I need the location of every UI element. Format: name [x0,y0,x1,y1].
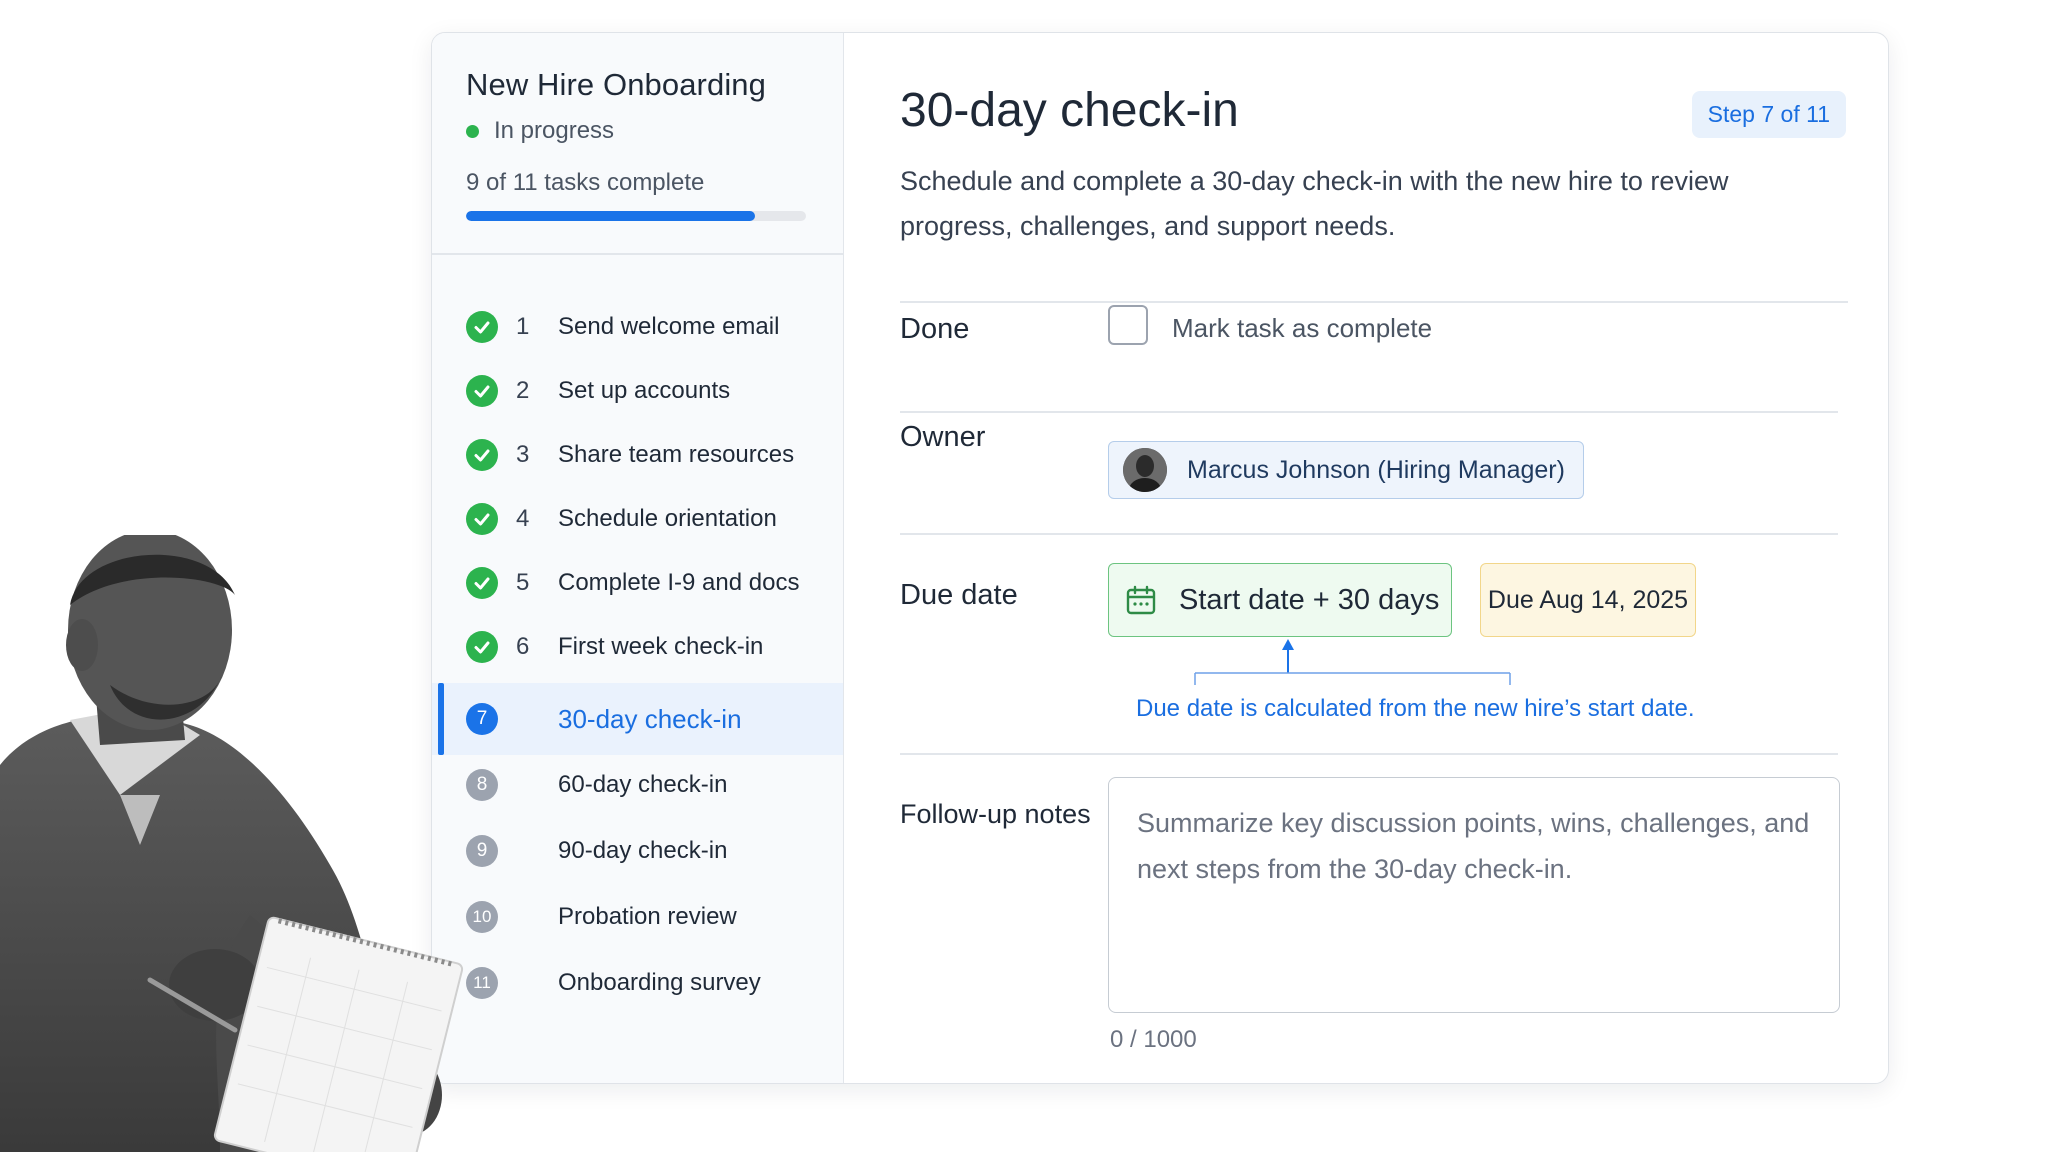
avatar [1123,448,1167,492]
sidebar-header: New Hire Onboarding In progress 9 of 11 … [466,67,811,221]
step-label: First week check-in [558,633,764,660]
due-date-label: Due date [900,579,1018,611]
due-date-text: Due Aug 14, 2025 [1487,585,1689,614]
notes-label: Follow-up notes [900,799,1091,829]
sidebar-step-7[interactable]: 7 30-day check-in [432,683,843,755]
sidebar-step-5[interactable]: 5 Complete I-9 and docs [432,551,843,615]
step-number: 7 [476,708,488,729]
check-circle-icon [466,375,498,407]
progress-bar [466,211,806,221]
step-label: Probation review [558,903,737,930]
person-photo [0,535,464,1152]
check-circle-icon [466,311,498,343]
sidebar-step-3[interactable]: 3 Share team resources [432,423,843,487]
check-circle-icon [466,503,498,535]
progress-fill [466,211,755,221]
date-formula-text: Start date + 30 days [1179,583,1440,616]
step-label: 60-day check-in [558,771,728,798]
owner-chip[interactable]: Marcus Johnson (Hiring Manager) [1108,441,1584,499]
step-number: 3 [516,441,530,468]
divider [900,301,1848,303]
due-date-hint: Due date is calculated from the new hire… [1136,695,1695,722]
divider [900,533,1838,535]
step-label: Share team resources [558,441,795,468]
step-number: 6 [516,633,530,660]
follow-up-notes-input[interactable]: Summarize key discussion points, wins, c… [1108,777,1840,1013]
mark-complete-label[interactable]: Mark task as complete [1172,313,1432,344]
sidebar-divider [432,253,843,255]
onboarding-card: New Hire Onboarding In progress 9 of 11 … [431,32,1889,1084]
step-label: Complete I-9 and docs [558,569,800,596]
due-date-badge: Due Aug 14, 2025 [1480,563,1696,637]
task-detail: 30-day check-in Step 7 of 11 Schedule an… [900,33,1888,1083]
status-dot-icon [466,124,479,138]
sidebar-step-6[interactable]: 6 First week check-in [432,615,843,679]
step-number-icon: 9 [466,835,498,867]
step-number-icon: 10 [466,901,498,933]
step-number: 9 [476,840,488,861]
step-number-icon: 11 [466,967,498,999]
sidebar-step-11[interactable]: 11 Onboarding survey [432,951,843,1015]
check-circle-icon [466,439,498,471]
divider [900,753,1838,755]
sidebar-step-1[interactable]: 1 Send welcome email [432,295,843,359]
task-description: Schedule and complete a 30-day check-in … [900,166,1729,241]
start-date-formula[interactable]: Start date + 30 days [1108,563,1452,637]
sidebar-step-9[interactable]: 9 90-day check-in [432,819,843,883]
check-circle-icon [466,631,498,663]
step-number: 2 [516,377,530,404]
sidebar-step-8[interactable]: 8 60-day check-in [432,753,843,817]
step-number: 4 [516,505,530,532]
step-number: 10 [472,907,492,926]
sidebar-step-10[interactable]: 10 Probation review [432,885,843,949]
mark-complete-checkbox[interactable] [1108,305,1148,345]
step-badge: Step 7 of 11 [1691,91,1846,138]
notes-placeholder: Summarize key discussion points, wins, c… [1137,808,1810,884]
step-label: 30-day check-in [558,703,742,734]
owner-label: Owner [900,421,986,453]
hint-connector-icon [1194,639,1511,685]
step-number-icon: 7 [466,703,498,735]
sidebar: New Hire Onboarding In progress 9 of 11 … [432,33,844,1083]
step-label: Send welcome email [558,313,780,340]
step-number-icon: 8 [466,769,498,801]
check-circle-icon [466,567,498,599]
status-text: In progress [494,117,615,144]
page-title: 30-day check-in [900,84,1239,137]
step-number: 11 [473,973,491,992]
character-counter: 0 / 1000 [1110,1026,1197,1053]
step-label: 90-day check-in [558,837,728,864]
divider [900,411,1838,413]
step-number: 1 [516,313,530,340]
workflow-status: In progress [466,117,811,145]
sidebar-step-4[interactable]: 4 Schedule orientation [432,487,843,551]
workflow-title: New Hire Onboarding [466,67,766,102]
owner-name: Marcus Johnson (Hiring Manager) [1187,455,1565,484]
done-label: Done [900,313,970,345]
step-label: Onboarding survey [558,969,761,996]
calendar-icon [1126,585,1156,615]
step-number: 5 [516,569,530,596]
step-number: 8 [476,774,488,795]
sidebar-step-2[interactable]: 2 Set up accounts [432,359,843,423]
tasks-summary: 9 of 11 tasks complete [466,169,705,196]
step-label: Schedule orientation [558,505,777,532]
step-label: Set up accounts [558,377,731,404]
